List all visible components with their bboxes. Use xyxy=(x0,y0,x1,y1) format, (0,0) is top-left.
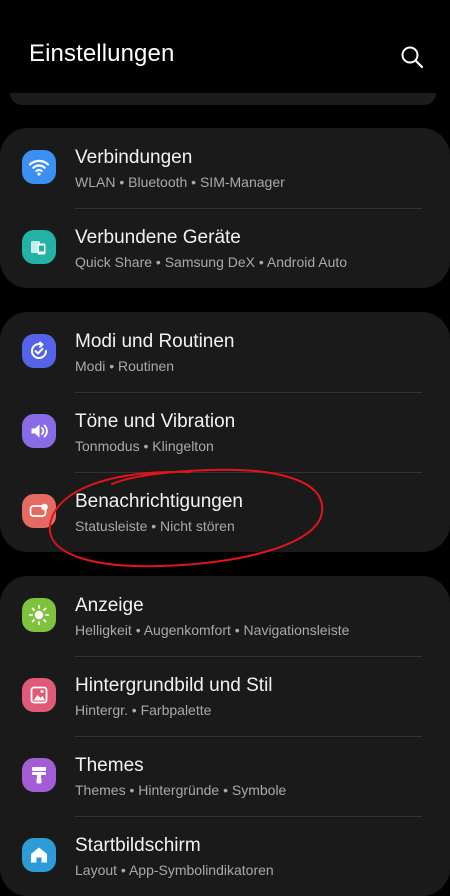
settings-item-verbindungen[interactable]: Verbindungen WLAN • Bluetooth • SIM-Mana… xyxy=(0,128,450,208)
settings-item-hintergrundbild-und-stil[interactable]: Hintergrundbild und Stil Hintergr. • Far… xyxy=(0,656,450,736)
item-title: Verbindungen xyxy=(75,147,193,168)
item-title: Benachrichtigungen xyxy=(75,491,243,512)
page-title: Einstellungen xyxy=(29,40,175,67)
settings-item-toene-und-vibration[interactable]: Töne und Vibration Tonmodus • Klingelton xyxy=(0,392,450,472)
item-subtitle: Helligkeit • Augenkomfort • Navigationsl… xyxy=(75,622,350,638)
item-title: Töne und Vibration xyxy=(75,411,236,432)
item-subtitle: Quick Share • Samsung DeX • Android Auto xyxy=(75,254,348,270)
item-title: Modi und Routinen xyxy=(75,331,235,352)
item-subtitle: Hintergr. • Farbpalette xyxy=(75,702,212,718)
settings-item-startbildschirm[interactable]: Startbildschirm Layout • App-Symbolindik… xyxy=(0,816,450,896)
item-subtitle: Layout • App-Symbolindikatoren xyxy=(75,862,274,878)
app-header: Einstellungen xyxy=(0,0,450,90)
item-subtitle: Statusleiste • Nicht stören xyxy=(75,518,235,534)
settings-item-verbundene-geraete[interactable]: Verbundene Geräte Quick Share • Samsung … xyxy=(0,208,450,288)
item-title: Hintergrundbild und Stil xyxy=(75,675,273,696)
notification-icon xyxy=(22,494,56,528)
search-icon xyxy=(401,46,424,69)
settings-group-modes: Modi und Routinen Modi • Routinen Töne u… xyxy=(0,312,450,552)
routine-check-icon xyxy=(22,334,56,368)
settings-item-modi-und-routinen[interactable]: Modi und Routinen Modi • Routinen xyxy=(0,312,450,392)
item-subtitle: Modi • Routinen xyxy=(75,358,175,374)
settings-item-anzeige[interactable]: Anzeige Helligkeit • Augenkomfort • Navi… xyxy=(0,576,450,656)
item-subtitle: Tonmodus • Klingelton xyxy=(75,438,214,454)
brightness-icon xyxy=(22,598,56,632)
wifi-icon xyxy=(22,150,56,184)
settings-group-connections: Verbindungen WLAN • Bluetooth • SIM-Mana… xyxy=(0,128,450,288)
item-subtitle: Themes • Hintergründe • Symbole xyxy=(75,782,287,798)
home-icon xyxy=(22,838,56,872)
item-title: Verbundene Geräte xyxy=(75,227,241,248)
settings-item-themes[interactable]: Themes Themes • Hintergründe • Symbole xyxy=(0,736,450,816)
search-button[interactable] xyxy=(399,44,425,70)
item-subtitle: WLAN • Bluetooth • SIM-Manager xyxy=(75,174,285,190)
collapsed-card-edge xyxy=(10,93,436,105)
wallpaper-icon xyxy=(22,678,56,712)
themes-brush-icon xyxy=(22,758,56,792)
settings-item-benachrichtigungen[interactable]: Benachrichtigungen Statusleiste • Nicht … xyxy=(0,472,450,552)
item-title: Startbildschirm xyxy=(75,835,201,856)
item-title: Anzeige xyxy=(75,595,144,616)
speaker-icon xyxy=(22,414,56,448)
settings-group-display: Anzeige Helligkeit • Augenkomfort • Navi… xyxy=(0,576,450,896)
devices-icon xyxy=(22,230,56,264)
item-title: Themes xyxy=(75,755,144,776)
